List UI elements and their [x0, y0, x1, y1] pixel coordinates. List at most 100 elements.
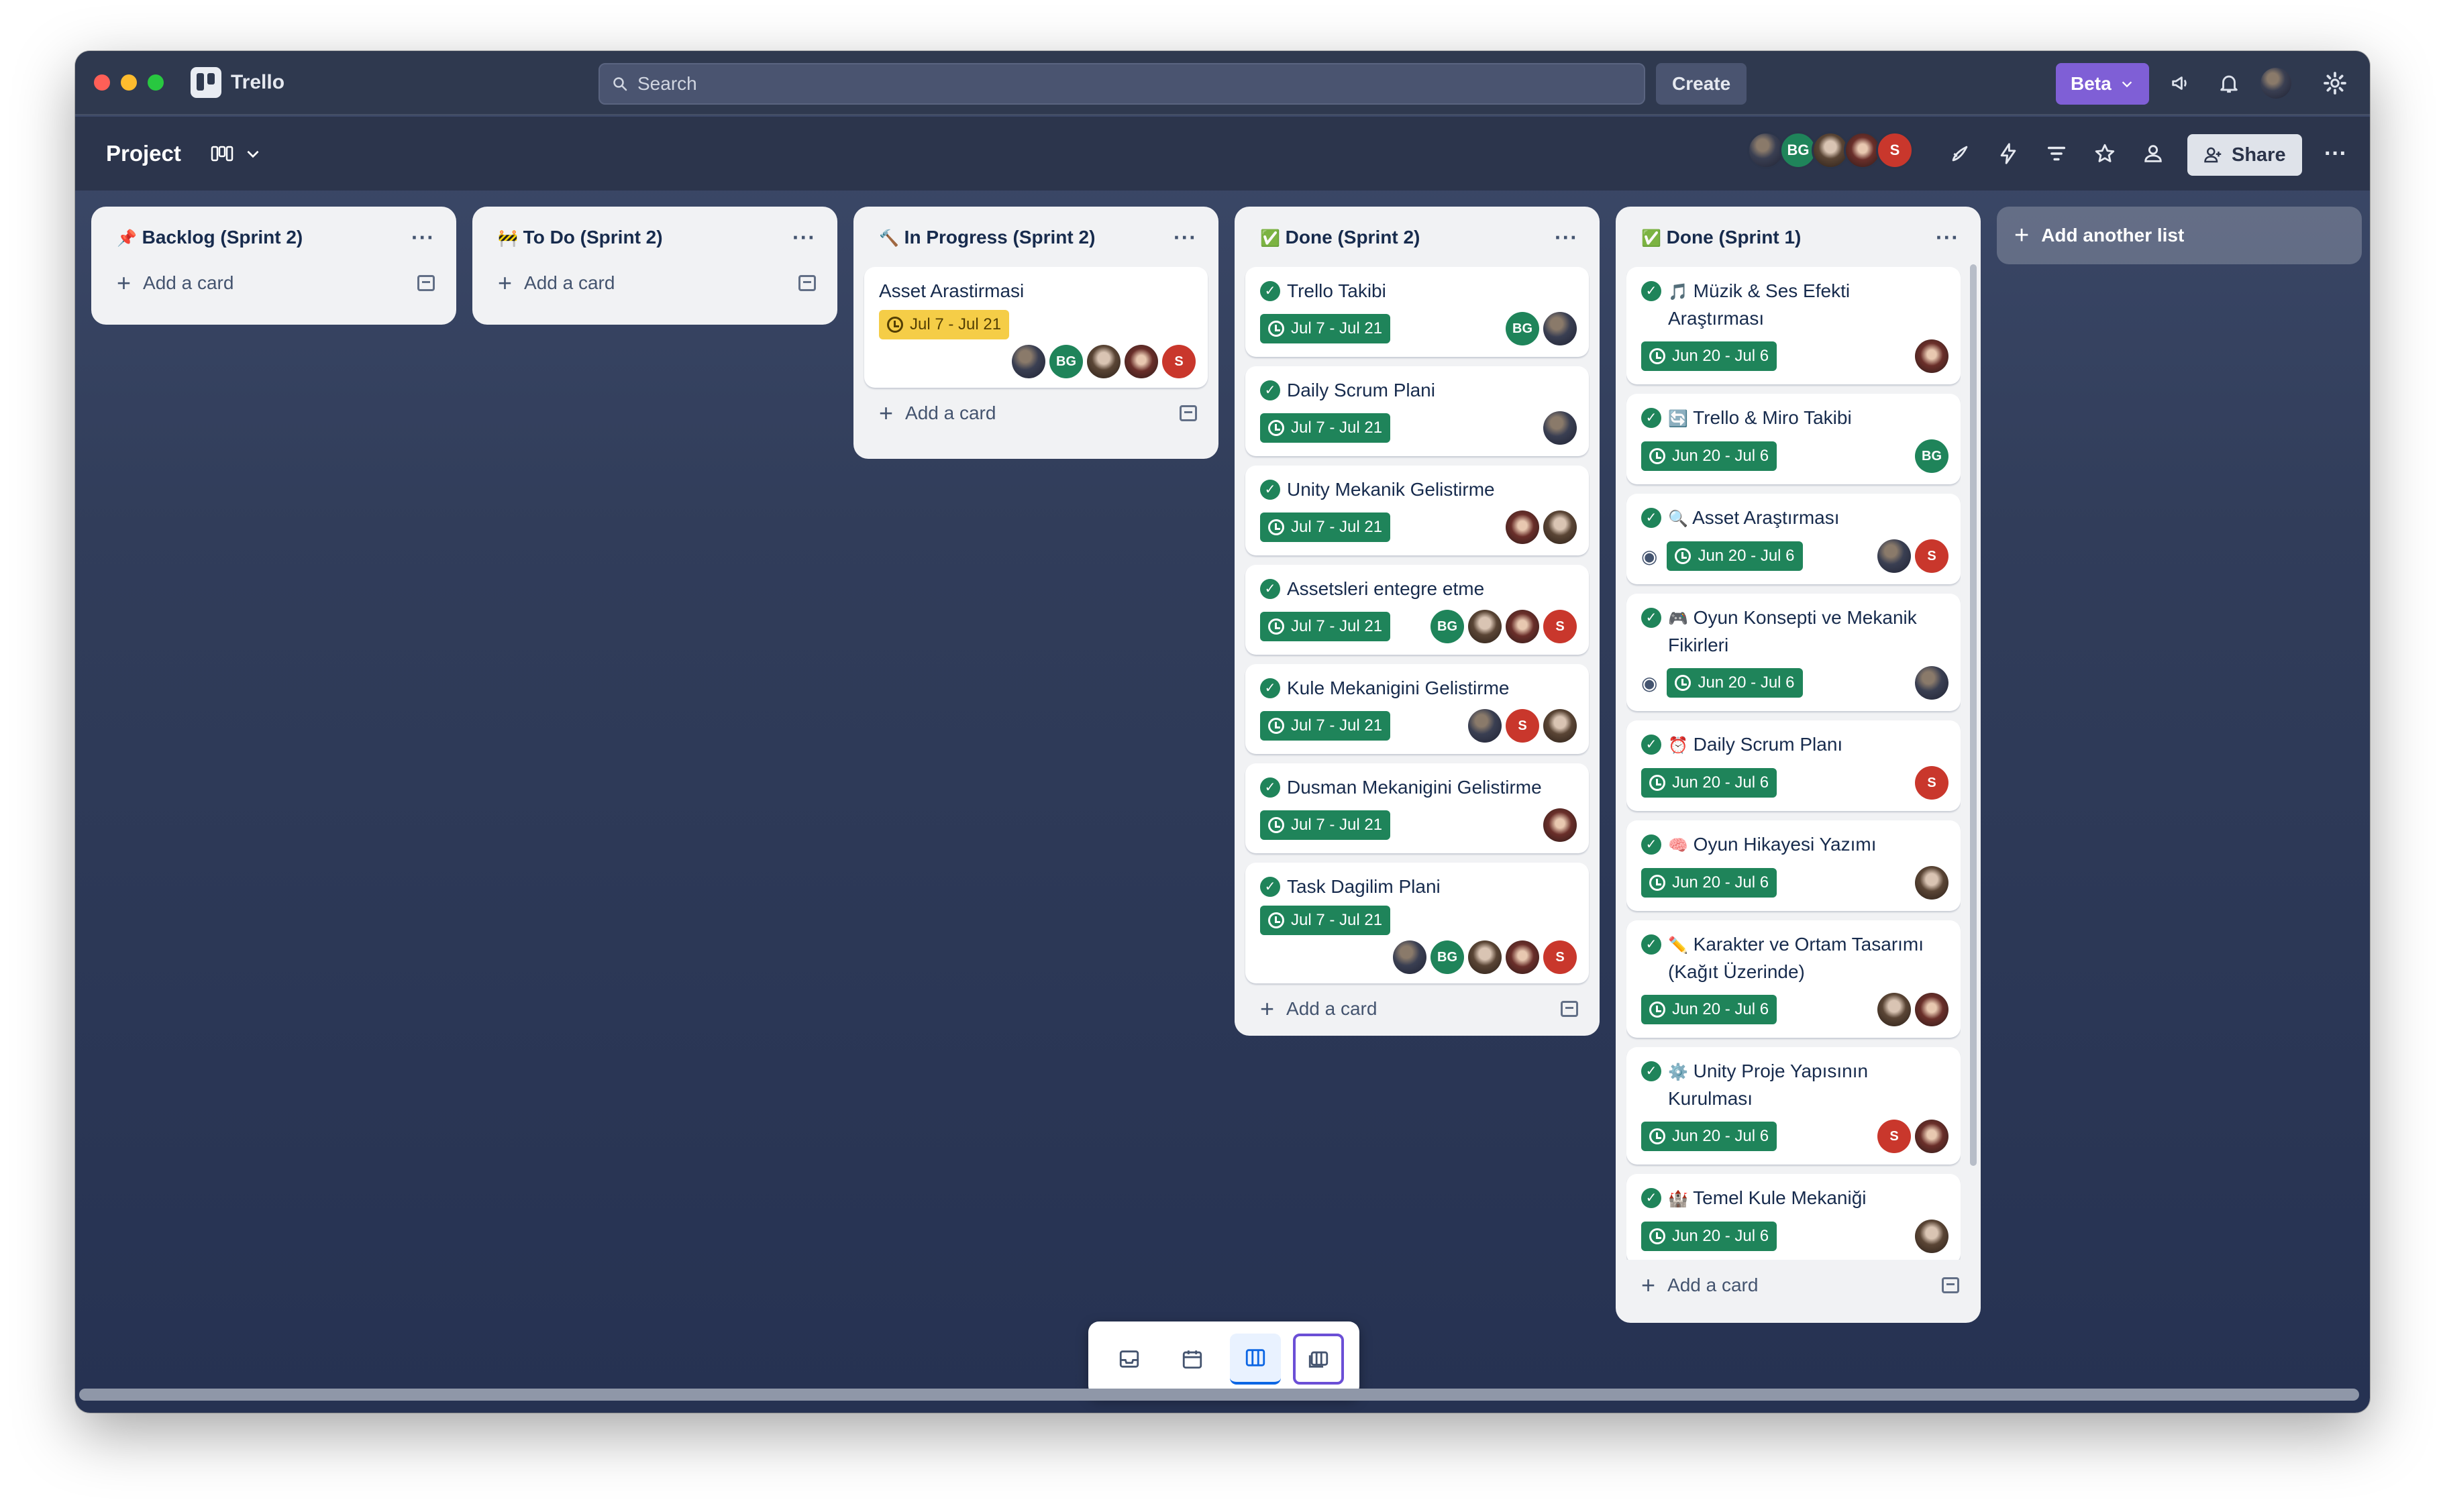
add-list-button[interactable]: + Add another list [1997, 207, 2362, 264]
avatar[interactable] [1468, 610, 1502, 643]
complete-check-icon[interactable]: ✓ [1641, 508, 1661, 528]
avatar[interactable]: S [1543, 610, 1577, 643]
card[interactable]: ✓ Trello Takibi Jul 7 - Jul 21 BG [1245, 267, 1589, 357]
due-date-badge[interactable]: Jul 7 - Jul 21 [1260, 810, 1391, 840]
more-icon[interactable]: ··· [411, 225, 435, 250]
board-title[interactable]: Project [106, 141, 181, 166]
avatar[interactable] [1543, 312, 1577, 345]
complete-check-icon[interactable]: ✓ [1260, 678, 1280, 698]
avatar[interactable]: S [1877, 1120, 1911, 1153]
card[interactable]: ✓ Unity Mekanik Gelistirme Jul 7 - Jul 21 [1245, 466, 1589, 555]
more-icon[interactable]: ··· [1555, 225, 1578, 250]
due-date-badge[interactable]: Jul 7 - Jul 21 [1260, 512, 1391, 542]
due-date-badge[interactable]: Jul 7 - Jul 21 [1260, 711, 1391, 741]
avatar[interactable] [1915, 666, 1948, 700]
avatar[interactable]: S [1162, 345, 1196, 378]
avatar[interactable]: S [1915, 766, 1948, 800]
avatar[interactable] [1125, 345, 1158, 378]
due-date-badge[interactable]: Jun 20 - Jul 6 [1641, 1222, 1777, 1251]
due-date-badge[interactable]: Jun 20 - Jul 6 [1641, 441, 1777, 471]
complete-check-icon[interactable]: ✓ [1641, 608, 1661, 628]
search-input[interactable]: Search [599, 63, 1645, 105]
avatar[interactable] [1543, 510, 1577, 544]
more-icon[interactable]: ··· [1936, 225, 1959, 250]
avatar[interactable] [1506, 610, 1539, 643]
avatar[interactable]: BG [1430, 610, 1464, 643]
lightning-icon[interactable] [1991, 137, 2025, 170]
avatar[interactable] [1915, 1120, 1948, 1153]
group-icon[interactable] [2136, 137, 2170, 170]
list-scrollbar[interactable] [1970, 264, 1977, 1166]
close-window-button[interactable] [94, 74, 110, 91]
add-card-button[interactable]: + Add a card [102, 258, 446, 309]
due-date-badge[interactable]: Jul 7 - Jul 21 [879, 310, 1010, 339]
avatar[interactable] [1915, 1220, 1948, 1253]
complete-check-icon[interactable]: ✓ [1641, 1061, 1661, 1081]
avatar[interactable]: S [1543, 940, 1577, 974]
complete-check-icon[interactable]: ✓ [1641, 735, 1661, 755]
more-icon[interactable]: ··· [792, 225, 816, 250]
due-date-badge[interactable]: Jul 7 - Jul 21 [1260, 906, 1391, 935]
create-button[interactable]: Create [1656, 63, 1747, 105]
template-icon[interactable] [1942, 1277, 1959, 1293]
complete-check-icon[interactable]: ✓ [1641, 834, 1661, 855]
horizontal-scrollbar[interactable] [79, 1389, 2359, 1401]
due-date-badge[interactable]: Jun 20 - Jul 6 [1667, 668, 1803, 698]
avatar[interactable]: S [1876, 131, 1914, 169]
calendar-icon[interactable] [1167, 1334, 1218, 1385]
due-date-badge[interactable]: Jun 20 - Jul 6 [1667, 541, 1803, 571]
complete-check-icon[interactable]: ✓ [1260, 480, 1280, 500]
due-date-badge[interactable]: Jul 7 - Jul 21 [1260, 314, 1391, 343]
view-switcher[interactable] [211, 145, 262, 162]
due-date-badge[interactable]: Jul 7 - Jul 21 [1260, 612, 1391, 641]
card[interactable]: ✓ ⏰ Daily Scrum Planı Jun 20 - Jul 6 S [1626, 720, 1961, 811]
avatar[interactable] [1543, 709, 1577, 743]
card[interactable]: ✓ ✏️ Karakter ve Ortam Tasarımı (Kağıt Üz… [1626, 920, 1961, 1038]
avatar[interactable]: BG [1506, 312, 1539, 345]
complete-check-icon[interactable]: ✓ [1260, 281, 1280, 301]
trello-logo[interactable]: Trello [191, 67, 284, 98]
avatar[interactable] [1393, 940, 1426, 974]
avatar[interactable] [1543, 808, 1577, 842]
due-date-badge[interactable]: Jul 7 - Jul 21 [1260, 413, 1391, 443]
avatar[interactable] [1877, 993, 1911, 1026]
beta-button[interactable]: Beta [2056, 63, 2149, 105]
inbox-icon[interactable] [1104, 1334, 1155, 1385]
avatar[interactable] [1543, 411, 1577, 445]
bell-icon[interactable] [2213, 67, 2245, 99]
complete-check-icon[interactable]: ✓ [1260, 579, 1280, 599]
card[interactable]: ✓ 🎵 Müzik & Ses Efekti Araştırması Jun 20… [1626, 267, 1961, 384]
complete-check-icon[interactable]: ✓ [1641, 1188, 1661, 1208]
list-header[interactable]: ✅ Done (Sprint 2) ··· [1245, 217, 1589, 258]
template-icon[interactable] [1561, 1001, 1578, 1017]
complete-check-icon[interactable]: ✓ [1260, 877, 1280, 897]
avatar[interactable] [1468, 709, 1502, 743]
board-icon[interactable] [1230, 1334, 1281, 1385]
card[interactable]: ✓ Task Dagilim Plani Jul 7 - Jul 21 BG S [1245, 863, 1589, 983]
avatar[interactable] [1012, 345, 1045, 378]
gear-icon[interactable] [2319, 67, 2351, 99]
card[interactable]: ✓ Daily Scrum Plani Jul 7 - Jul 21 [1245, 366, 1589, 456]
list-header[interactable]: 🚧 To Do (Sprint 2) ··· [483, 217, 827, 258]
card[interactable]: ✓ 🧠 Oyun Hikayesi Yazımı Jun 20 - Jul 6 [1626, 820, 1961, 911]
list-header[interactable]: ✅ Done (Sprint 1) ··· [1626, 217, 1970, 258]
card[interactable]: ✓ 🎮 Oyun Konsepti ve Mekanik Fikirleri ◉ J… [1626, 594, 1961, 711]
complete-check-icon[interactable]: ✓ [1641, 408, 1661, 428]
switch-boards-icon[interactable] [1293, 1334, 1344, 1385]
complete-check-icon[interactable]: ✓ [1260, 380, 1280, 400]
avatar[interactable]: BG [1049, 345, 1083, 378]
complete-check-icon[interactable]: ✓ [1641, 934, 1661, 955]
complete-check-icon[interactable]: ✓ [1260, 777, 1280, 798]
share-button[interactable]: Share [2187, 134, 2302, 176]
card[interactable]: ✓ Assetsleri entegre etme Jul 7 - Jul 21 … [1245, 565, 1589, 655]
template-icon[interactable] [798, 275, 816, 291]
card[interactable]: ✓ Dusman Mekanigini Gelistirme Jul 7 - Ju… [1245, 763, 1589, 853]
template-icon[interactable] [417, 275, 435, 291]
add-card-button[interactable]: + Add a card [1626, 1260, 1970, 1311]
add-card-button[interactable]: + Add a card [1245, 983, 1589, 1034]
account-avatar[interactable] [2260, 67, 2292, 99]
card[interactable]: ✓ 🔍 Asset Araştırması ◉ Jun 20 - Jul 6 S [1626, 494, 1961, 584]
rocket-icon[interactable] [1943, 137, 1977, 170]
due-date-badge[interactable]: Jun 20 - Jul 6 [1641, 341, 1777, 371]
avatar[interactable]: BG [1430, 940, 1464, 974]
